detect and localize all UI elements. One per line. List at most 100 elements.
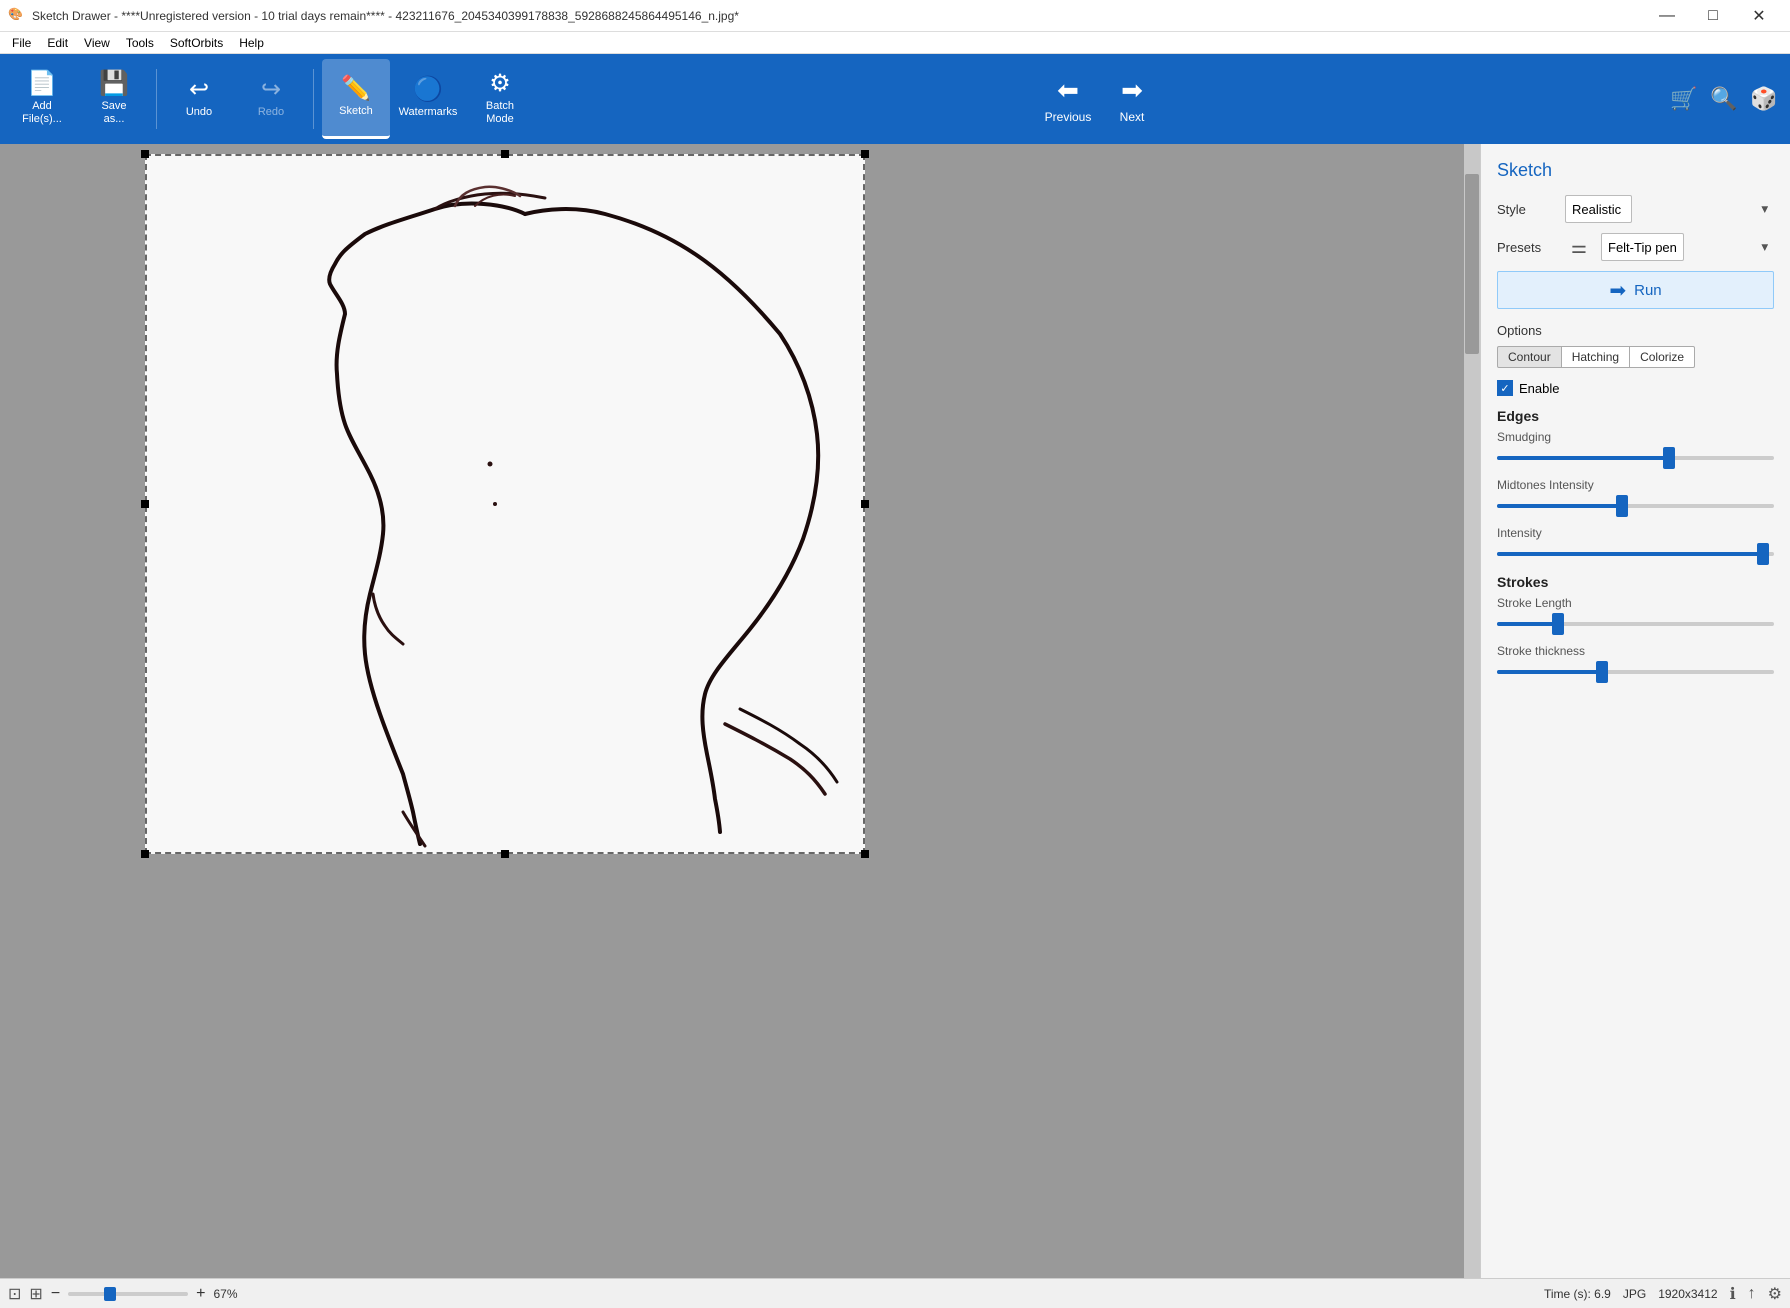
midtones-thumb[interactable] [1616,495,1628,517]
zoom-slider[interactable] [68,1292,188,1296]
zoom-minus[interactable]: − [51,1285,60,1303]
save-as-button[interactable]: 💾 Saveas... [80,59,148,139]
strokes-title: Strokes [1497,574,1774,590]
search-icon[interactable]: 🔍 [1706,81,1742,117]
smudging-slider[interactable] [1497,448,1774,468]
presets-select[interactable]: Felt-Tip pen Pencil Light Pencil Dark In… [1601,233,1684,261]
smudging-label: Smudging [1497,430,1774,444]
presets-label: Presets [1497,240,1557,255]
midtones-track [1497,504,1774,508]
run-label: Run [1634,282,1662,299]
presets-row: Presets ⚌ Felt-Tip pen Pencil Light Penc… [1497,233,1774,261]
intensity-track [1497,552,1774,556]
options-tabs: Contour Hatching Colorize [1497,346,1774,368]
close-button[interactable]: ✕ [1736,0,1782,32]
stroke-length-fill [1497,622,1558,626]
settings-icon[interactable]: ⚙ [1768,1284,1782,1304]
time-label: Time (s): 6.9 [1544,1287,1611,1301]
menu-tools[interactable]: Tools [118,34,162,52]
presets-select-wrapper: Felt-Tip pen Pencil Light Pencil Dark In… [1601,233,1774,261]
enable-checkbox[interactable]: ✓ [1497,380,1513,396]
previous-label: Previous [1045,110,1092,124]
redo-button[interactable]: ↪ Redo [237,59,305,139]
presets-adjust-icon: ⚌ [1565,233,1593,261]
undo-icon: ↩ [189,78,209,102]
zoom-fit-icon[interactable]: ⊡ [8,1284,21,1304]
titlebar: 🎨 Sketch Drawer - ****Unregistered versi… [0,0,1790,32]
enable-row: ✓ Enable [1497,380,1774,396]
previous-icon: ⬅ [1057,75,1079,106]
right-panel: Sketch Style Realistic Pencil Ink Charco… [1480,144,1790,1278]
app-icon: 🎨 [8,7,26,25]
smudging-fill [1497,456,1669,460]
style-select[interactable]: Realistic Pencil Ink Charcoal [1565,195,1632,223]
edges-title: Edges [1497,408,1774,424]
menu-file[interactable]: File [4,34,39,52]
menu-view[interactable]: View [76,34,118,52]
maximize-button[interactable]: □ [1690,0,1736,32]
next-label: Next [1120,110,1145,124]
toolbar-right-icons: 🛒 🔍 🎲 [1666,81,1782,117]
statusbar: ⊡ ⊞ − + 67% Time (s): 6.9 JPG 1920x3412 … [0,1278,1790,1308]
menu-softorbits[interactable]: SoftOrbits [162,34,231,52]
watermarks-icon: 🔵 [413,78,443,102]
tab-contour[interactable]: Contour [1497,346,1562,368]
add-file-icon: 📄 [27,72,57,96]
cube-icon[interactable]: 🎲 [1746,81,1782,117]
smudging-track [1497,456,1774,460]
sketch-button[interactable]: ✏️ Sketch [322,59,390,139]
statusbar-right: Time (s): 6.9 JPG 1920x3412 ℹ ↑ ⚙ [1544,1284,1782,1304]
toolbar-separator-2 [313,69,314,129]
grid-icon[interactable]: ⊞ [29,1284,42,1304]
minimize-button[interactable]: — [1644,0,1690,32]
batch-mode-button[interactable]: ⚙ BatchMode [466,59,534,139]
watermarks-label: Watermarks [399,106,458,119]
save-as-label: Saveas... [101,100,126,126]
next-button[interactable]: ➡ Next [1102,59,1162,139]
batch-mode-label: BatchMode [486,100,514,126]
watermarks-button[interactable]: 🔵 Watermarks [394,59,462,139]
stroke-thickness-track [1497,670,1774,674]
zoom-plus[interactable]: + [196,1285,205,1303]
midtones-slider[interactable] [1497,496,1774,516]
stroke-thickness-fill [1497,670,1602,674]
tab-colorize[interactable]: Colorize [1630,346,1695,368]
sketch-svg [145,154,865,854]
batch-mode-icon: ⚙ [489,72,511,96]
intensity-thumb[interactable] [1757,543,1769,565]
dimensions-label: 1920x3412 [1658,1287,1717,1301]
intensity-label: Intensity [1497,526,1774,540]
panel-title: Sketch [1497,160,1774,181]
next-icon: ➡ [1121,75,1143,106]
stroke-length-track [1497,622,1774,626]
stroke-thickness-label: Stroke thickness [1497,644,1774,658]
style-select-arrow: ▾ [1761,201,1768,217]
info-icon[interactable]: ℹ [1730,1284,1736,1304]
scrollbar-thumb[interactable] [1465,174,1479,354]
style-select-wrapper: Realistic Pencil Ink Charcoal ▾ [1565,195,1774,223]
previous-button[interactable]: ⬅ Previous [1038,59,1098,139]
canvas-area[interactable] [0,144,1480,1278]
run-arrow-icon: ➡ [1609,278,1626,303]
intensity-slider[interactable] [1497,544,1774,564]
stroke-length-thumb[interactable] [1552,613,1564,635]
zoom-slider-thumb[interactable] [104,1287,116,1301]
add-file-label: AddFile(s)... [22,100,62,126]
vertical-scrollbar[interactable] [1464,144,1480,1278]
menu-edit[interactable]: Edit [39,34,76,52]
midtones-fill [1497,504,1622,508]
menu-help[interactable]: Help [231,34,272,52]
add-file-button[interactable]: 📄 AddFile(s)... [8,59,76,139]
tab-hatching[interactable]: Hatching [1562,346,1630,368]
stroke-thickness-thumb[interactable] [1596,661,1608,683]
stroke-length-slider[interactable] [1497,614,1774,634]
window-controls: — □ ✕ [1644,0,1782,32]
intensity-fill [1497,552,1763,556]
zoom-value: 67% [214,1287,238,1301]
run-button[interactable]: ➡ Run [1497,271,1774,309]
cart-icon[interactable]: 🛒 [1666,81,1702,117]
stroke-thickness-slider[interactable] [1497,662,1774,682]
smudging-thumb[interactable] [1663,447,1675,469]
undo-button[interactable]: ↩ Undo [165,59,233,139]
share-icon[interactable]: ↑ [1748,1285,1756,1303]
